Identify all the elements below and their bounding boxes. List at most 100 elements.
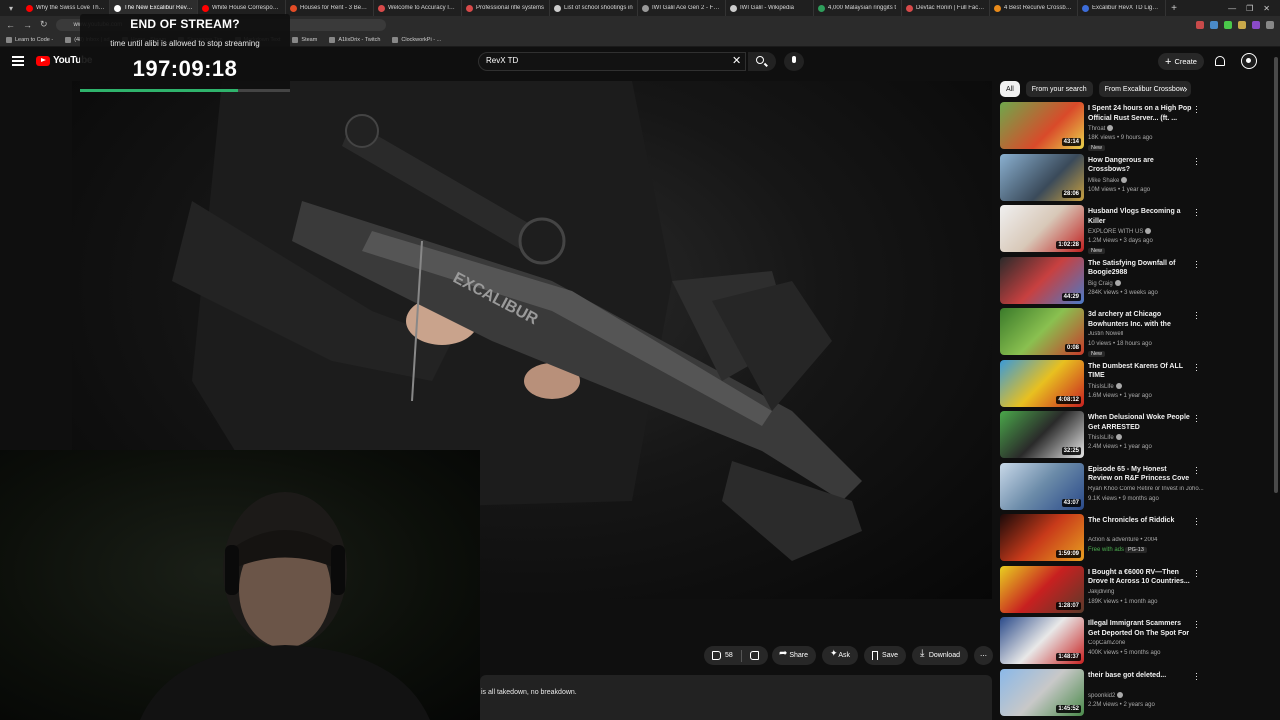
- video-title[interactable]: When Delusional Woke People Get ARRESTED: [1088, 413, 1192, 432]
- video-title[interactable]: Illegal Immigrant Scammers Get Deported …: [1088, 619, 1192, 638]
- recommendation-item[interactable]: 1:28:07 I Bought a €6000 RV—Then Drove It…: [1000, 565, 1210, 615]
- more-options-icon[interactable]: · · ·: [1195, 514, 1198, 529]
- recommendation-item[interactable]: 0:08 3d archery at Chicago Bowhunters Inc…: [1000, 308, 1210, 357]
- clear-search-icon[interactable]: ✕: [732, 54, 741, 67]
- new-tab-button[interactable]: +: [1166, 3, 1182, 14]
- channel-name[interactable]: Jakjdiving: [1088, 589, 1206, 595]
- voice-search-button[interactable]: [784, 52, 804, 71]
- forward-icon[interactable]: →: [23, 20, 32, 30]
- description-box[interactable]: [480, 675, 992, 720]
- channel-name[interactable]: EXPLORE WITH US: [1088, 228, 1206, 235]
- channel-name[interactable]: Mike Shake: [1088, 176, 1206, 184]
- browser-tab[interactable]: Professional rifle systems: [462, 0, 550, 16]
- video-title[interactable]: How Dangerous are Crossbows?: [1088, 156, 1192, 175]
- extension-icon[interactable]: [1238, 20, 1246, 29]
- more-options-icon[interactable]: · · ·: [1195, 102, 1198, 117]
- video-thumbnail[interactable]: 1:48:37: [1000, 617, 1084, 664]
- bookmark-item[interactable]: Learn to Code -: [6, 36, 53, 43]
- like-count[interactable]: 58: [725, 652, 733, 659]
- recommendation-item[interactable]: 43:14 I Spent 24 hours on a High Pop Offi…: [1000, 102, 1210, 151]
- video-thumbnail[interactable]: 1:28:07: [1000, 565, 1084, 613]
- more-options-icon[interactable]: · · ·: [1195, 308, 1198, 323]
- bookmark-item[interactable]: Steam: [292, 36, 317, 43]
- save-button[interactable]: Save: [864, 646, 906, 665]
- video-title[interactable]: The Satisfying Downfall of Boogie2988: [1088, 259, 1192, 278]
- more-options-icon[interactable]: · · ·: [1195, 617, 1198, 632]
- more-options-icon[interactable]: · · ·: [1195, 462, 1198, 477]
- video-thumbnail[interactable]: 28:06: [1000, 153, 1084, 201]
- more-options-icon[interactable]: · · ·: [1195, 411, 1198, 426]
- video-title[interactable]: their base got deleted...: [1088, 671, 1192, 681]
- recommendation-item[interactable]: 4:08:12 The Dumbest Karens Of ALL TIME Thi…: [1000, 359, 1210, 409]
- profile-icon[interactable]: [1266, 20, 1274, 29]
- channel-name[interactable]: Justin Nowell: [1088, 331, 1206, 337]
- back-icon[interactable]: ←: [6, 20, 15, 30]
- video-title[interactable]: The Dumbest Karens Of ALL TIME: [1088, 362, 1192, 381]
- more-actions-button[interactable]: ⋯: [974, 646, 993, 665]
- more-options-icon[interactable]: · · ·: [1195, 359, 1198, 374]
- channel-name[interactable]: Ryan Khoo Come Retire or Invest in Joho.…: [1088, 486, 1206, 492]
- video-thumbnail[interactable]: 43:07: [1000, 462, 1084, 510]
- video-thumbnail[interactable]: 0:08: [1000, 308, 1084, 355]
- video-thumbnail[interactable]: 1:02:28: [1000, 205, 1084, 252]
- video-thumbnail[interactable]: 32:25: [1000, 411, 1084, 458]
- channel-name[interactable]: ThisIsLife: [1088, 382, 1206, 390]
- filter-chip[interactable]: All: [1000, 81, 1020, 97]
- search-button[interactable]: [748, 52, 776, 71]
- video-title[interactable]: Husband Vlogs Becoming a Killer: [1088, 207, 1192, 226]
- browser-tab[interactable]: Devtac Ronin | Full Face B: [902, 0, 990, 16]
- channel-name[interactable]: Throat: [1088, 125, 1206, 132]
- browser-tab[interactable]: IWI Galil Ace Gen 2 - For S: [638, 0, 726, 16]
- browser-tab[interactable]: Welcome to Accuracy Inte: [374, 0, 462, 16]
- recommendation-item[interactable]: 32:25 When Delusional Woke People Get ARR…: [1000, 411, 1210, 460]
- dislike-icon[interactable]: [749, 651, 759, 660]
- filter-chip[interactable]: From your search: [1025, 81, 1093, 97]
- filter-chip[interactable]: From Excalibur Crossbow: [1098, 81, 1191, 97]
- recommendation-item[interactable]: 44:29 The Satisfying Downfall of Boogie29…: [1000, 256, 1210, 306]
- recommendation-item[interactable]: 1:48:37 Illegal Immigrant Scammers Get De…: [1000, 617, 1210, 666]
- video-title[interactable]: The Chronicles of Riddick: [1088, 516, 1192, 526]
- browser-tab[interactable]: 4 Best Recurve Crossbow: [990, 0, 1078, 16]
- extension-icon[interactable]: [1252, 20, 1260, 29]
- create-button[interactable]: + Create: [1158, 53, 1204, 70]
- recommendation-item[interactable]: 28:06 How Dangerous are Crossbows? Mike Sh…: [1000, 153, 1210, 203]
- browser-tab[interactable]: Houses for Rent - 3 Bedro: [286, 0, 374, 16]
- video-thumbnail[interactable]: 1:59:09: [1000, 514, 1084, 561]
- more-options-icon[interactable]: · · ·: [1195, 153, 1198, 168]
- channel-name[interactable]: Action & adventure • 2004: [1088, 537, 1206, 543]
- share-button[interactable]: Share: [772, 646, 816, 665]
- more-options-icon[interactable]: · · ·: [1195, 205, 1198, 220]
- bookmark-item[interactable]: ClockworkPi - ...: [392, 36, 441, 43]
- close-window-icon[interactable]: ✕: [1263, 4, 1270, 13]
- video-title[interactable]: 3d archery at Chicago Bowhunters Inc. wi…: [1088, 310, 1192, 329]
- recommendation-item[interactable]: 1:59:09 The Chronicles of Riddick Action &…: [1000, 514, 1210, 563]
- browser-tab[interactable]: 4,000 Malaysian ringgits t: [814, 0, 902, 16]
- account-avatar[interactable]: [1241, 53, 1257, 69]
- video-title[interactable]: Episode 65 - My Honest Review on R&F Pri…: [1088, 465, 1192, 484]
- scrollbar-thumb[interactable]: [1274, 57, 1278, 493]
- video-thumbnail[interactable]: 1:45:52: [1000, 668, 1084, 716]
- tab-search-icon[interactable]: ▾: [0, 0, 22, 16]
- browser-tab[interactable]: IWI Galil - Wikipedia: [726, 0, 814, 16]
- download-button[interactable]: Download: [912, 646, 968, 665]
- video-title[interactable]: I Spent 24 hours on a High Pop Official …: [1088, 104, 1192, 123]
- extension-icon[interactable]: [1224, 20, 1232, 29]
- video-thumbnail[interactable]: 44:29: [1000, 256, 1084, 304]
- recommendation-item[interactable]: 1:02:28 Husband Vlogs Becoming a Killer EX…: [1000, 205, 1210, 254]
- more-options-icon[interactable]: · · ·: [1195, 256, 1198, 271]
- reload-icon[interactable]: ↻: [40, 19, 48, 30]
- channel-name[interactable]: CopCamZone: [1088, 640, 1206, 646]
- like-icon[interactable]: [712, 651, 721, 660]
- extension-icon[interactable]: [1210, 20, 1218, 29]
- more-options-icon[interactable]: · · ·: [1195, 565, 1198, 580]
- bookmark-item[interactable]: A1lixDrix - Twitch: [329, 36, 380, 43]
- browser-tab[interactable]: List of school shootings in: [550, 0, 638, 16]
- video-thumbnail[interactable]: 4:08:12: [1000, 359, 1084, 407]
- extension-icon[interactable]: [1196, 20, 1204, 29]
- maximize-icon[interactable]: ❐: [1246, 4, 1253, 13]
- menu-icon[interactable]: [12, 56, 24, 66]
- minimize-icon[interactable]: —: [1228, 4, 1236, 13]
- chevron-right-icon[interactable]: ›: [1184, 84, 1187, 95]
- more-options-icon[interactable]: · · ·: [1195, 668, 1198, 683]
- channel-name[interactable]: Big Craig: [1088, 279, 1206, 287]
